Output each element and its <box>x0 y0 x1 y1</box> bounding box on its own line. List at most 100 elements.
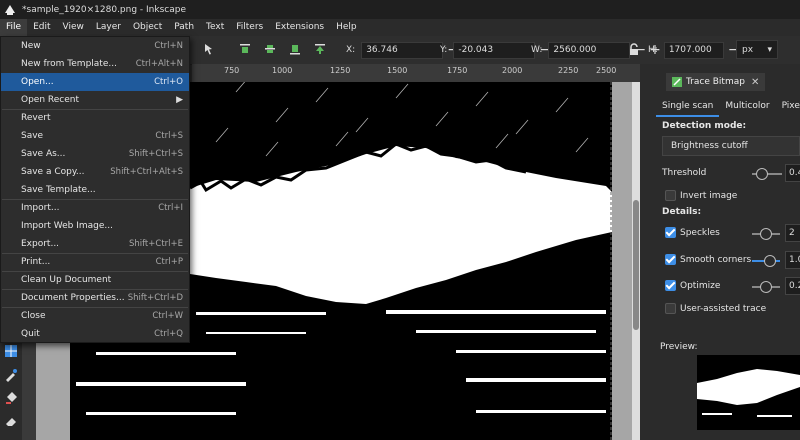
scrollbar-thumb[interactable] <box>633 200 639 330</box>
smooth-corners-input[interactable]: 1.0 <box>785 251 800 269</box>
menu-item-export[interactable]: Export... Shift+Ctrl+E <box>1 235 189 253</box>
speckles-slider-knob[interactable] <box>760 228 772 240</box>
menu-text[interactable]: Text <box>200 19 230 36</box>
speckles-checkbox[interactable] <box>665 227 676 238</box>
menu-extensions[interactable]: Extensions <box>269 19 330 36</box>
y-input[interactable]: -20.043 <box>453 41 536 59</box>
align-bottom-icon[interactable] <box>288 42 302 56</box>
menu-item-new-from-template[interactable]: New from Template... Ctrl+Alt+N <box>1 55 189 73</box>
speckles-input[interactable]: 2 <box>785 224 800 242</box>
menu-file[interactable]: File <box>0 19 28 36</box>
invert-image-checkbox[interactable] <box>665 190 676 201</box>
tab-single-scan[interactable]: Single scan <box>656 97 720 117</box>
trace-bitmap-icon <box>672 77 682 87</box>
window-title: *sample_1920×1280.png - Inkscape <box>22 4 187 15</box>
invert-image-label: Invert image <box>680 191 738 201</box>
ruler-label: 1750 <box>447 66 468 75</box>
height-input[interactable]: 1707.000 <box>663 41 724 59</box>
menu-item-label: Save Template... <box>21 185 96 195</box>
menu-item-clean-up-document[interactable]: Clean Up Document <box>1 271 189 289</box>
menu-edit[interactable]: Edit <box>27 19 56 36</box>
menu-path[interactable]: Path <box>168 19 200 36</box>
align-top-icon[interactable] <box>238 42 252 56</box>
menu-filters[interactable]: Filters <box>230 19 269 36</box>
menu-item-label: Clean Up Document <box>21 275 112 285</box>
menu-view[interactable]: View <box>57 19 90 36</box>
eraser-tool-icon[interactable] <box>4 414 18 428</box>
ruler-label: 750 <box>224 66 240 75</box>
ruler-label: 2500 <box>596 66 617 75</box>
close-icon[interactable]: ✕ <box>751 77 759 88</box>
trace-bitmap-tab[interactable]: Trace Bitmap ✕ <box>666 73 766 91</box>
menu-layer[interactable]: Layer <box>90 19 127 36</box>
smooth-corners-checkbox[interactable] <box>665 254 676 265</box>
preview-image <box>697 355 800 430</box>
menu-item-shortcut: Ctrl+W <box>152 311 183 321</box>
smooth-corners-slider-knob[interactable] <box>764 255 776 267</box>
menu-item-open-recent[interactable]: Open Recent ▶ <box>1 91 189 109</box>
menu-item-label: Open Recent <box>21 95 80 105</box>
dropper-tool-icon[interactable] <box>4 368 18 382</box>
menu-item-close[interactable]: Close Ctrl+W <box>1 307 189 325</box>
menu-item-new[interactable]: New Ctrl+N <box>1 37 189 55</box>
menu-item-print[interactable]: Print... Ctrl+P <box>1 253 189 271</box>
menu-item-label: Close <box>21 311 46 321</box>
menu-item-save-template[interactable]: Save Template... <box>1 181 189 199</box>
optimize-input[interactable]: 0.2 <box>785 277 800 295</box>
detection-mode-select[interactable]: Brightness cutoff <box>662 136 800 156</box>
menu-item-shortcut: Ctrl+P <box>155 257 183 267</box>
width-input[interactable]: 2560.000 <box>548 41 631 59</box>
user-assisted-trace-checkbox[interactable] <box>665 303 676 314</box>
menu-item-save-as[interactable]: Save As... Shift+Ctrl+S <box>1 145 189 163</box>
optimize-checkbox[interactable] <box>665 280 676 291</box>
threshold-input[interactable]: 0.4 <box>785 164 800 182</box>
lock-icon[interactable] <box>628 43 640 56</box>
tab-pixel-art[interactable]: Pixel a <box>776 97 800 115</box>
align-middle-icon[interactable] <box>263 42 277 56</box>
menu-item-save[interactable]: Save Ctrl+S <box>1 127 189 145</box>
optimize-label: Optimize <box>680 281 721 291</box>
menu-item-label: Import Web Image... <box>21 221 113 231</box>
optimize-slider-knob[interactable] <box>760 281 772 293</box>
menu-item-label: Export... <box>21 239 60 249</box>
ruler-label: 2250 <box>558 66 579 75</box>
mesh-tool-icon[interactable] <box>4 344 18 358</box>
menu-item-shortcut: Shift+Ctrl+Alt+S <box>110 167 183 177</box>
menu-item-label: New <box>21 41 41 51</box>
chevron-down-icon: ▾ <box>767 44 772 55</box>
menu-item-save-a-copy[interactable]: Save a Copy... Shift+Ctrl+Alt+S <box>1 163 189 181</box>
unit-select[interactable]: px ▾ <box>736 40 778 59</box>
horizontal-ruler: 750 1000 1250 1500 1750 2000 2250 2500 <box>192 64 642 83</box>
menu-item-document-properties[interactable]: Document Properties... Shift+Ctrl+D <box>1 289 189 307</box>
user-assisted-trace-label: User-assisted trace <box>680 304 767 314</box>
menu-item-shortcut: Shift+Ctrl+S <box>128 149 183 159</box>
menu-item-shortcut: Ctrl+O <box>154 77 183 87</box>
h-label: H: <box>648 45 658 55</box>
width-control: W: 2560.000 −+ <box>531 40 664 60</box>
threshold-label: Threshold <box>662 168 707 178</box>
raise-to-top-icon[interactable] <box>313 42 327 56</box>
menu-item-label: Save As... <box>21 149 66 159</box>
menu-item-import[interactable]: Import... Ctrl+I <box>1 199 189 217</box>
dock-gutter <box>640 64 656 440</box>
select-same-icon[interactable] <box>203 42 217 56</box>
unit-value: px <box>742 44 754 55</box>
menu-help[interactable]: Help <box>330 19 363 36</box>
ruler-label: 1000 <box>272 66 293 75</box>
tab-multicolor[interactable]: Multicolor <box>719 97 775 115</box>
smooth-corners-label: Smooth corners <box>680 255 752 265</box>
x-input[interactable]: 36.746 <box>361 41 444 59</box>
trace-preview <box>697 355 800 430</box>
menu-item-import-web-image[interactable]: Import Web Image... <box>1 217 189 235</box>
threshold-slider-knob[interactable] <box>756 168 768 180</box>
submenu-arrow-icon: ▶ <box>176 95 183 105</box>
menu-item-revert[interactable]: Revert <box>1 109 189 127</box>
menu-item-shortcut: Shift+Ctrl+D <box>127 293 183 303</box>
menu-object[interactable]: Object <box>127 19 168 36</box>
canvas-vertical-scrollbar[interactable] <box>632 82 640 440</box>
menu-item-shortcut: Ctrl+Q <box>154 329 183 339</box>
paint-bucket-icon[interactable] <box>4 391 18 405</box>
menu-item-label: Open... <box>21 77 54 87</box>
menu-item-quit[interactable]: Quit Ctrl+Q <box>1 325 189 343</box>
menu-item-open[interactable]: Open... Ctrl+O <box>1 73 189 91</box>
